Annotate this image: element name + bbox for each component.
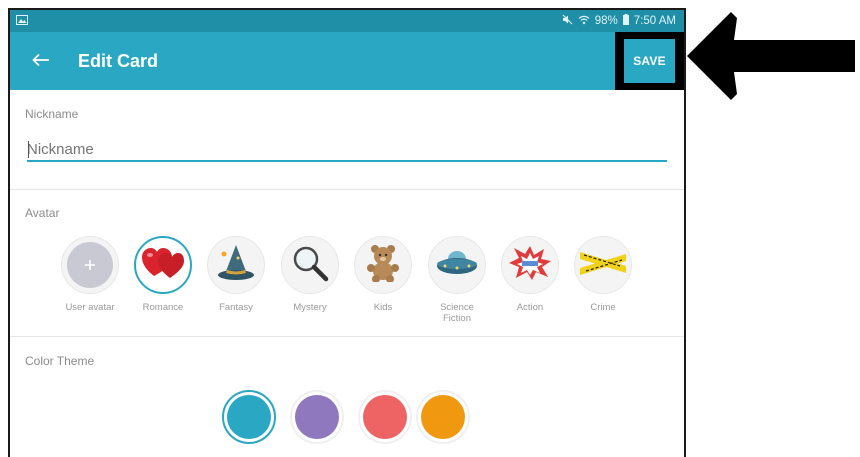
teddy-bear-icon: [365, 244, 401, 287]
color-dot: [227, 395, 271, 439]
avatar-option-label: Action: [516, 302, 544, 313]
divider: [10, 336, 684, 337]
battery-percent: 98%: [594, 15, 618, 27]
wizard-hat-icon: [216, 244, 256, 287]
app-bar: Edit Card SAVE: [10, 32, 684, 90]
magnifier-icon: [291, 244, 329, 287]
crime-tape-icon: [580, 248, 626, 283]
avatar-circle: [354, 236, 412, 294]
page-title: Edit Card: [78, 50, 159, 71]
avatar-option-mystery[interactable]: Mystery: [275, 236, 345, 313]
avatar-option-label: Crime: [590, 302, 616, 313]
avatar-circle: [134, 236, 192, 294]
ufo-icon: [436, 248, 478, 283]
back-arrow-icon[interactable]: [32, 51, 52, 71]
avatar-option-action[interactable]: Action: [495, 236, 565, 313]
avatar-circle: [207, 236, 265, 294]
avatar-circle: [281, 236, 339, 294]
color-dot: [295, 395, 339, 439]
status-bar: 98% 7:50 AM: [10, 10, 684, 32]
hearts-icon: [142, 246, 184, 285]
divider: [10, 189, 684, 190]
color-dot: [421, 395, 465, 439]
color-swatch-purple[interactable]: [290, 390, 344, 444]
avatar-circle: [574, 236, 632, 294]
avatar-option-label: Kids: [373, 302, 393, 313]
clock: 7:50 AM: [633, 15, 676, 27]
device-screen: 98% 7:50 AM Edit Card SAVE Nickname Avat…: [8, 8, 686, 457]
avatar-option-crime[interactable]: Crime: [568, 236, 638, 313]
avatar-option-fantasy[interactable]: Fantasy: [201, 236, 271, 313]
plus-icon: [67, 242, 113, 288]
avatar-option-label: Science Fiction: [440, 302, 474, 324]
mute-icon: [562, 14, 573, 28]
avatar-circle: [61, 236, 119, 294]
avatar-circle: [428, 236, 486, 294]
avatar-label: Avatar: [25, 206, 60, 220]
explosion-icon: [508, 245, 552, 286]
text-caret: [28, 141, 29, 158]
battery-icon: [622, 14, 629, 28]
avatar-option-label: User avatar: [65, 302, 115, 313]
color-theme-label: Color Theme: [25, 354, 95, 368]
nickname-input[interactable]: [27, 138, 667, 162]
save-button[interactable]: SAVE: [624, 39, 675, 83]
avatar-option-user[interactable]: User avatar: [55, 236, 125, 313]
avatar-option-label: Fantasy: [219, 302, 253, 313]
color-swatch-red[interactable]: [358, 390, 412, 444]
color-swatch-orange[interactable]: [416, 390, 470, 444]
avatar-circle: [501, 236, 559, 294]
avatar-option-label: Romance: [142, 302, 184, 313]
color-swatch-teal[interactable]: [222, 390, 276, 444]
avatar-option-romance[interactable]: Romance: [128, 236, 198, 313]
wifi-icon: [578, 15, 590, 28]
avatar-option-science-fiction[interactable]: Science Fiction: [422, 236, 492, 324]
color-dot: [363, 395, 407, 439]
avatar-option-label: Mystery: [293, 302, 327, 313]
nickname-label: Nickname: [25, 107, 79, 121]
save-button-highlight: SAVE: [615, 32, 684, 90]
avatar-option-kids[interactable]: Kids: [348, 236, 418, 313]
annotation-arrow-icon: [687, 12, 855, 100]
gallery-notification-icon: [16, 14, 28, 28]
